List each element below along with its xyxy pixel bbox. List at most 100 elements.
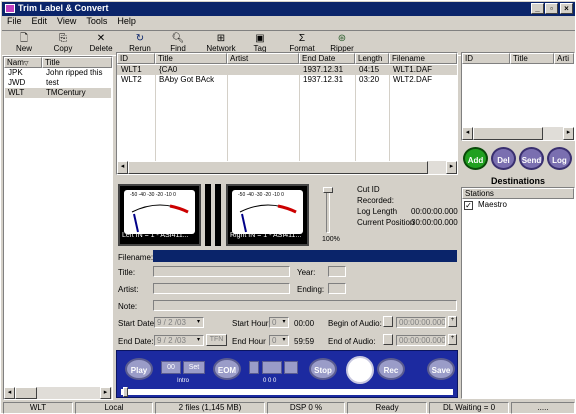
- begin-audio-set-button[interactable]: [383, 316, 393, 327]
- log-button[interactable]: Log: [547, 147, 572, 170]
- start-hour-label: Start Hour: [232, 319, 269, 328]
- col-id-header[interactable]: ID: [462, 53, 510, 64]
- end-audio-set-button[interactable]: [383, 334, 393, 345]
- level-slider-thumb[interactable]: [323, 187, 333, 193]
- col-name-header[interactable]: Nam▽: [4, 57, 42, 68]
- position-track[interactable]: [121, 389, 453, 395]
- right-meter-label: Right IN = 1 - ASI411...: [230, 232, 302, 239]
- destinations-list: Stations ✓ Maestro: [461, 187, 575, 399]
- scroll-right-arrow-icon[interactable]: ▸: [563, 127, 574, 140]
- start-hour-select[interactable]: 0 ▾: [269, 317, 289, 328]
- table-row[interactable]: WLT2 BAby Got BAck 1937.12.31 03:20 WLT2…: [117, 75, 457, 85]
- rec-button[interactable]: Rec: [377, 358, 405, 380]
- end-audio-spin-icon[interactable]: +: [448, 334, 457, 345]
- dropdown-arrow-icon: ▾: [194, 336, 203, 345]
- ending-field[interactable]: [328, 283, 346, 294]
- ripper-icon: ⊛: [337, 33, 347, 44]
- set-button[interactable]: Set: [183, 361, 205, 374]
- col-title-header[interactable]: Title: [510, 53, 554, 64]
- del-button[interactable]: Del: [491, 147, 516, 170]
- position-thumb[interactable]: [123, 387, 128, 397]
- col-end-date-header[interactable]: End Date: [299, 53, 355, 64]
- meter-scale-text: -50 -40 -30 -20 -10 0: [238, 192, 284, 198]
- maestro-checkbox[interactable]: ✓: [464, 201, 473, 210]
- list-item-selected[interactable]: WLT TMCentury: [5, 88, 111, 98]
- status-dl-waiting: DL Waiting = 0: [429, 402, 509, 414]
- eom-field[interactable]: [262, 361, 282, 374]
- save-button[interactable]: Save: [427, 358, 455, 380]
- menu-file[interactable]: File: [7, 16, 22, 26]
- close-button[interactable]: ×: [560, 3, 573, 14]
- status-ready: Ready: [347, 402, 427, 414]
- find-icon: 🔍︎: [171, 33, 185, 44]
- stations-header[interactable]: Stations: [462, 188, 574, 199]
- status-station: WLT: [3, 402, 73, 414]
- start-date-picker[interactable]: 9 / 2 /03 ▾: [154, 317, 204, 328]
- intro-value[interactable]: 00: [161, 361, 181, 374]
- status-location: Local: [75, 402, 153, 414]
- col-artist-header[interactable]: Artist: [227, 53, 299, 64]
- send-button[interactable]: Send: [519, 147, 544, 170]
- col-title-header[interactable]: Title: [42, 57, 112, 68]
- sort-arrow-icon: ▽: [23, 61, 29, 67]
- queue-table: ID Title Arti ◂ ▸: [461, 52, 575, 141]
- scroll-thumb[interactable]: [15, 387, 37, 399]
- record-indicator: [346, 356, 374, 384]
- meter-scale-text: -50 -40 -30 -20 -10 0: [130, 192, 176, 198]
- title-field[interactable]: [153, 266, 290, 277]
- left-level-bar: [205, 184, 211, 246]
- end-date-picker[interactable]: 9 / 2 /03 ▾: [154, 335, 204, 346]
- level-slider-track[interactable]: [326, 187, 330, 233]
- scroll-thumb[interactable]: [128, 161, 428, 174]
- play-button[interactable]: Play: [125, 358, 153, 380]
- end-hour-select[interactable]: 0 ▾: [269, 335, 289, 346]
- artist-field[interactable]: [153, 283, 290, 294]
- sigma-icon: Σ: [298, 33, 306, 44]
- col-title-header[interactable]: Title: [155, 53, 227, 64]
- recorded-label: Recorded:: [357, 196, 394, 205]
- note-field[interactable]: [153, 300, 457, 311]
- menu-help[interactable]: Help: [117, 16, 136, 26]
- scroll-left-arrow-icon[interactable]: ◂: [462, 127, 473, 140]
- menu-tools[interactable]: Tools: [86, 16, 107, 26]
- col-artist-header[interactable]: Arti: [554, 53, 574, 64]
- eom-set-button[interactable]: [249, 361, 259, 374]
- status-extra: .....: [511, 402, 575, 414]
- scroll-right-arrow-icon[interactable]: ▸: [446, 161, 457, 174]
- new-button[interactable]: 🗋 New: [2, 33, 46, 55]
- add-button[interactable]: Add: [463, 147, 488, 170]
- transport-panel: Play 00 Set Intro EOM 0 0 0 Stop Rec Sav…: [116, 350, 458, 398]
- scroll-left-arrow-icon[interactable]: ◂: [4, 387, 15, 399]
- end-date-label: End Date:: [118, 337, 154, 346]
- col-length-header[interactable]: Length: [355, 53, 389, 64]
- eom-value: 0 0 0: [263, 378, 277, 384]
- tfn-button[interactable]: TFN: [206, 334, 227, 346]
- right-level-bar: [215, 184, 221, 246]
- horizontal-scrollbar[interactable]: ◂ ▸: [462, 127, 574, 140]
- menu-edit[interactable]: Edit: [32, 16, 48, 26]
- scroll-left-arrow-icon[interactable]: ◂: [117, 161, 128, 174]
- begin-audio-field[interactable]: 00:00:00.000: [396, 317, 446, 328]
- window-title: Trim Label & Convert: [18, 3, 109, 13]
- scroll-right-arrow-icon[interactable]: ▸: [100, 387, 111, 399]
- network-icon: ⊞: [216, 33, 226, 44]
- filename-field[interactable]: [153, 250, 457, 262]
- scroll-thumb[interactable]: [473, 127, 543, 140]
- status-dsp: DSP 0 %: [267, 402, 345, 414]
- horizontal-scrollbar[interactable]: ◂ ▸: [4, 386, 112, 399]
- meter-needle: [133, 213, 139, 233]
- title-bar: Trim Label & Convert _ ▫ ×: [2, 2, 575, 16]
- maximize-button[interactable]: ▫: [545, 3, 558, 14]
- end-audio-field[interactable]: 00:00:00.000: [396, 335, 446, 346]
- horizontal-scrollbar[interactable]: ◂ ▸: [117, 161, 457, 174]
- year-field[interactable]: [328, 266, 346, 277]
- col-id-header[interactable]: ID: [117, 53, 155, 64]
- table-row[interactable]: WLT1 {CA0 1937.12.31 04:15 WLT1.DAF: [117, 65, 457, 75]
- eom-spin-button[interactable]: [284, 361, 298, 374]
- menu-view[interactable]: View: [57, 16, 76, 26]
- eom-button[interactable]: EOM: [213, 358, 241, 380]
- stop-button[interactable]: Stop: [309, 358, 337, 380]
- minimize-button[interactable]: _: [531, 3, 544, 14]
- col-filename-header[interactable]: Filename: [389, 53, 457, 64]
- begin-audio-spin-icon[interactable]: +: [448, 316, 457, 327]
